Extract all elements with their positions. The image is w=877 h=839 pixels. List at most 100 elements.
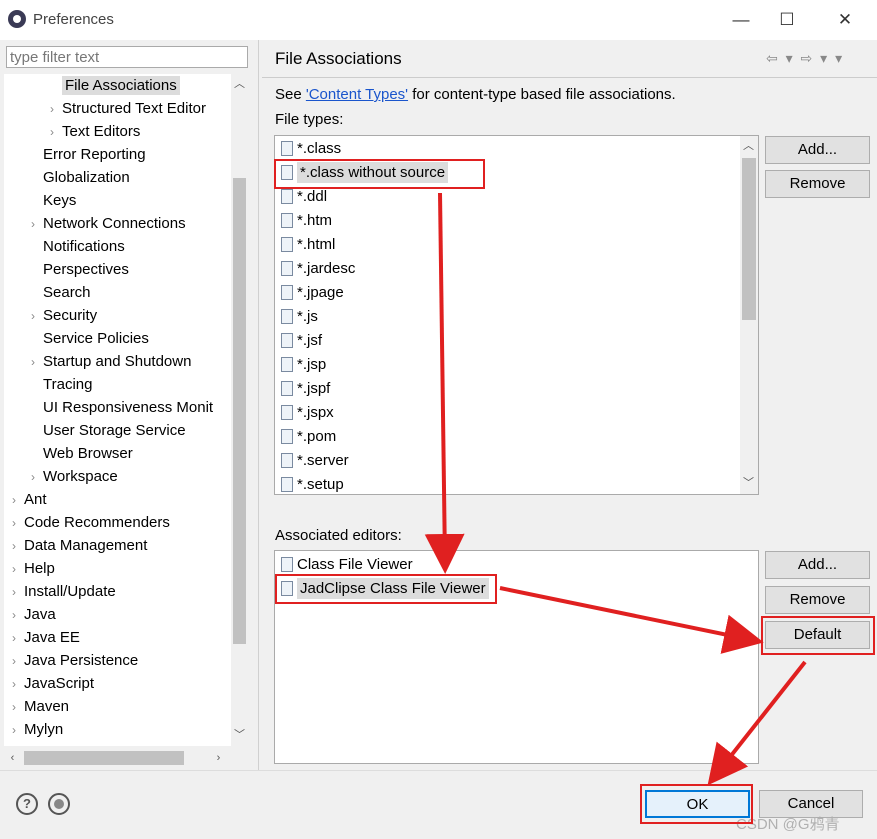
highlight-ok-button <box>640 784 753 824</box>
chevron-right-icon[interactable]: › <box>12 627 24 650</box>
chevron-right-icon[interactable]: › <box>12 512 24 535</box>
tree-item[interactable]: Tracing <box>31 373 92 396</box>
list-item[interactable]: *.jspf <box>281 377 330 401</box>
scroll-up-icon[interactable]: ︿ <box>231 76 248 93</box>
content-types-link[interactable]: 'Content Types' <box>306 86 408 103</box>
scroll-down-icon[interactable]: ﹀ <box>231 727 248 744</box>
tree-item-label: Globalization <box>43 169 130 186</box>
list-item-label: *.jpage <box>297 284 344 301</box>
file-types-list[interactable]: ︿ ﹀ *.class *.class without source *.ddl *.… <box>274 135 759 495</box>
chevron-right-icon[interactable]: › <box>31 305 43 328</box>
list-item[interactable]: *.jsf <box>281 329 322 353</box>
file-types-scrollbar[interactable]: ︿ ﹀ <box>740 136 758 494</box>
tree-item[interactable]: › JavaScript <box>12 672 94 695</box>
tree-item[interactable]: UI Responsiveness Monit <box>31 396 213 419</box>
tree-item[interactable]: › Ant <box>12 488 47 511</box>
chevron-right-icon[interactable]: › <box>12 581 24 604</box>
scrollbar-thumb[interactable] <box>742 158 756 320</box>
list-item[interactable]: *.jsp <box>281 353 326 377</box>
list-item[interactable]: *.html <box>281 233 335 257</box>
chevron-right-icon[interactable]: › <box>12 604 24 627</box>
filter-input[interactable] <box>6 46 248 68</box>
tree-item[interactable]: › Structured Text Editor <box>50 97 206 120</box>
html-file-icon <box>281 213 293 228</box>
scrollbar-thumb[interactable] <box>24 751 184 765</box>
tree-item[interactable]: › Code Recommenders <box>12 511 170 534</box>
tree-item-label: Maven <box>24 698 70 715</box>
tree-item[interactable]: › Java Persistence <box>12 649 138 672</box>
scroll-right-icon[interactable]: › <box>210 750 227 767</box>
tree-item[interactable]: Service Policies <box>31 327 149 350</box>
chevron-right-icon[interactable]: › <box>12 558 24 581</box>
tree-item[interactable]: › Network Connections <box>31 212 186 235</box>
help-icon[interactable]: ? <box>16 793 38 815</box>
chevron-right-icon[interactable]: › <box>50 121 62 144</box>
server-file-icon <box>281 453 293 468</box>
chevron-right-icon[interactable]: › <box>12 719 24 742</box>
tree-item-label: Mylyn <box>24 721 64 738</box>
scroll-left-icon[interactable]: ‹ <box>4 750 21 767</box>
tree-item[interactable]: Search <box>31 281 91 304</box>
scroll-up-icon[interactable]: ︿ <box>740 138 757 155</box>
chevron-right-icon[interactable]: › <box>50 98 62 121</box>
tree-item[interactable]: › Security <box>31 304 97 327</box>
tree-item[interactable]: Globalization <box>31 166 130 189</box>
chevron-right-icon[interactable]: › <box>12 535 24 558</box>
tree-item[interactable]: › Text Editors <box>50 120 140 143</box>
chevron-right-icon[interactable]: › <box>31 351 43 374</box>
list-item[interactable]: *.class <box>281 137 341 161</box>
tree-item[interactable]: Web Browser <box>31 442 133 465</box>
tree-item[interactable]: Perspectives <box>31 258 129 281</box>
history-nav-icon[interactable]: ⇦ ▾ ⇨ ▾ ▾ <box>766 50 844 67</box>
chevron-right-icon[interactable]: › <box>31 466 43 489</box>
file-type-add-button[interactable]: Add... <box>765 136 870 164</box>
minimize-icon[interactable]: — <box>726 8 756 32</box>
scroll-down-icon[interactable]: ﹀ <box>740 475 757 492</box>
chevron-right-icon[interactable]: › <box>12 650 24 673</box>
tree-item[interactable]: › Java EE <box>12 626 80 649</box>
list-item[interactable]: *.pom <box>281 425 336 449</box>
tree-horizontal-scrollbar[interactable]: ‹ › <box>4 748 248 768</box>
maximize-icon[interactable]: ☐ <box>772 8 802 32</box>
tree-item-label: Keys <box>43 192 77 209</box>
record-macro-icon[interactable] <box>48 793 70 815</box>
list-item[interactable]: *.setup <box>281 473 344 494</box>
tree-item[interactable]: › Workspace <box>31 465 118 488</box>
tree-item[interactable]: › Mylyn <box>12 718 63 741</box>
list-item[interactable]: *.js <box>281 305 318 329</box>
preferences-tree[interactable]: File Associations › Structured Text Editor… <box>4 74 231 746</box>
list-item[interactable]: *.jpage <box>281 281 344 305</box>
chevron-right-icon[interactable]: › <box>12 673 24 696</box>
tree-item[interactable]: User Storage Service <box>31 419 186 442</box>
chevron-right-icon[interactable]: › <box>12 489 24 512</box>
editor-remove-button[interactable]: Remove <box>765 586 870 614</box>
scrollbar-thumb[interactable] <box>233 178 246 644</box>
tree-item[interactable]: › Startup and Shutdown <box>31 350 191 373</box>
jpage-file-icon <box>281 285 293 300</box>
tree-item[interactable]: › Maven <box>12 695 69 718</box>
pane-divider[interactable] <box>258 40 259 770</box>
list-item[interactable]: *.htm <box>281 209 332 233</box>
chevron-right-icon[interactable]: › <box>31 213 43 236</box>
list-item[interactable]: *.jardesc <box>281 257 355 281</box>
tree-item-label: UI Responsiveness Monit <box>43 399 214 416</box>
close-icon[interactable]: ✕ <box>830 8 860 32</box>
tree-item[interactable]: › Data Management <box>12 534 147 557</box>
tree-item[interactable]: Keys <box>31 189 76 212</box>
list-item[interactable]: *.jspx <box>281 401 334 425</box>
tree-item[interactable]: File Associations <box>50 74 180 97</box>
tree-item-label: File Associations <box>62 76 180 95</box>
tree-item[interactable]: › Help <box>12 557 55 580</box>
tree-vertical-scrollbar[interactable]: ︿ ﹀ <box>231 74 248 746</box>
file-type-remove-button[interactable]: Remove <box>765 170 870 198</box>
editor-add-button[interactable]: Add... <box>765 551 870 579</box>
tree-item[interactable]: › Install/Update <box>12 580 116 603</box>
tree-item-label: Perspectives <box>43 261 129 278</box>
tree-item[interactable]: › Java <box>12 603 56 626</box>
tree-item[interactable]: Notifications <box>31 235 125 258</box>
chevron-right-icon[interactable]: › <box>12 696 24 719</box>
js-file-icon <box>281 309 293 324</box>
list-item[interactable]: *.server <box>281 449 349 473</box>
list-item-label: *.setup <box>297 476 344 493</box>
tree-item[interactable]: Error Reporting <box>31 143 146 166</box>
